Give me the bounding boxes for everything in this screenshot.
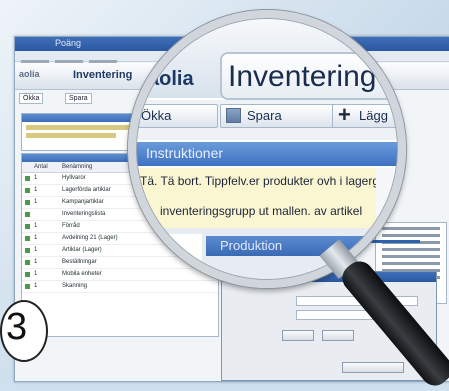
window-title: Poäng xyxy=(55,38,82,48)
green-row-icon xyxy=(25,176,30,181)
tab-inventering[interactable]: Inventering xyxy=(73,69,132,81)
row-name: Beställningar xyxy=(62,259,97,265)
table-row[interactable]: 1 Skanning xyxy=(22,281,218,293)
save-button[interactable]: Spara xyxy=(65,93,92,104)
green-row-icon xyxy=(25,284,30,289)
green-row-icon xyxy=(25,200,30,205)
row-qty: 1 xyxy=(34,271,38,277)
green-row-icon xyxy=(25,248,30,253)
green-row-icon xyxy=(25,272,30,277)
row-name: Inventeringslista xyxy=(62,211,106,217)
row-qty: 1 xyxy=(34,259,38,265)
tab-brand[interactable]: aolia xyxy=(19,69,40,79)
row-qty: 1 xyxy=(34,187,38,193)
green-row-icon xyxy=(25,224,30,229)
row-name: Lagerförda artiklar xyxy=(62,187,111,193)
info-line xyxy=(26,133,116,138)
magnifier-ring xyxy=(128,10,406,288)
green-row-icon xyxy=(25,188,30,193)
dialog-button[interactable] xyxy=(322,330,354,341)
row-name: Kampanjartiklar xyxy=(62,199,104,205)
row-name: Hyllvaror xyxy=(62,175,86,181)
column-qty[interactable]: Antal xyxy=(34,164,48,170)
green-row-icon xyxy=(25,212,30,217)
row-qty: 1 xyxy=(34,283,38,289)
row-name: Mobila enheter xyxy=(62,271,102,277)
row-qty: 1 xyxy=(34,199,38,205)
dialog-button[interactable] xyxy=(282,330,314,341)
green-row-icon xyxy=(25,236,30,241)
row-name: Förråd xyxy=(62,223,80,229)
row-name: Avdelning 21 (Lager) xyxy=(62,235,118,241)
green-row-icon xyxy=(25,260,30,265)
column-name[interactable]: Benämning xyxy=(62,164,92,170)
row-qty: 1 xyxy=(34,175,38,181)
row-qty: 1 xyxy=(34,235,38,241)
row-qty: 1 xyxy=(34,223,38,229)
dialog-ok-button[interactable] xyxy=(342,362,404,373)
row-name: Artiklar (Lager) xyxy=(62,247,102,253)
back-button[interactable]: Ökka xyxy=(19,93,44,104)
row-name: Skanning xyxy=(62,283,88,289)
row-qty: 1 xyxy=(34,247,38,253)
step-number: 3 xyxy=(6,306,28,348)
